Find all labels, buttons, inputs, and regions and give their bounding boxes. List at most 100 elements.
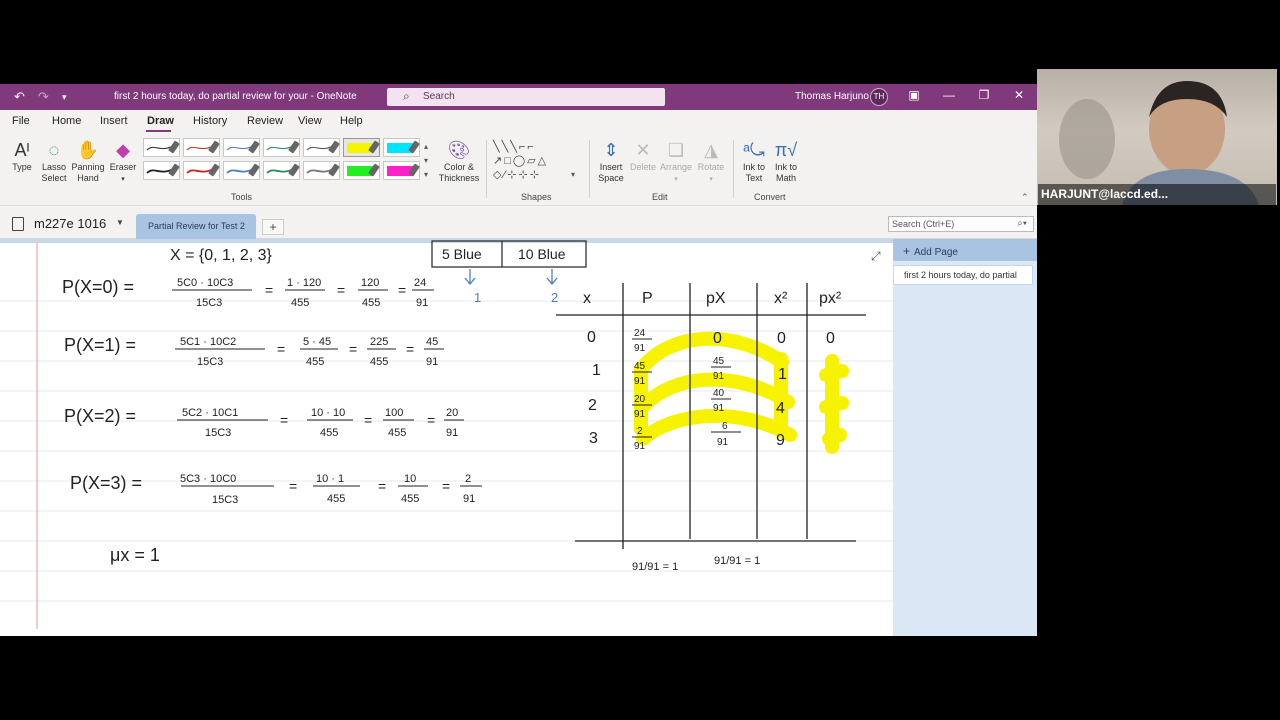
pen-swatch[interactable] xyxy=(223,138,260,157)
notebook-dropdown-icon[interactable]: ▼ xyxy=(116,218,124,227)
edit-group-label: Edit xyxy=(652,192,668,202)
pen-gallery-up-icon[interactable]: ▴ xyxy=(424,142,428,151)
pen-swatch[interactable] xyxy=(383,138,420,157)
ink-to-math-button[interactable]: π√ Ink to Math xyxy=(770,138,802,184)
pen-swatch[interactable] xyxy=(143,161,180,180)
color-thickness-button[interactable]: 🎨︎ Color & Thickness xyxy=(436,138,482,184)
panning-hand-button[interactable]: ✋ Panning Hand xyxy=(70,138,106,184)
notebook-name[interactable]: m227e 1016 xyxy=(34,216,106,231)
shapes-row-2: ↗□◯▱△ xyxy=(493,155,549,167)
eq0-s3d: 91 xyxy=(416,297,428,309)
ink-to-text-button[interactable]: ᵃ⤿ Ink to Text xyxy=(738,138,770,184)
eq3-s1d: 455 xyxy=(327,493,345,505)
hand-icon: ✋ xyxy=(76,140,100,160)
notebook-navigation: m227e 1016 ▼ Partial Review for Test 2 +… xyxy=(0,206,1037,239)
delete-button[interactable]: ✕ Delete xyxy=(628,138,658,173)
customize-quick-access-icon[interactable]: ▾ xyxy=(62,92,67,103)
row0-p-den: 91 xyxy=(634,343,646,354)
pen-swatch[interactable] xyxy=(343,161,380,180)
tab-history[interactable]: History xyxy=(193,115,227,127)
pen-gallery-down-icon[interactable]: ▾ xyxy=(424,156,428,165)
ribbon-separator xyxy=(486,140,487,198)
ink-to-math-icon: π√ xyxy=(774,140,798,160)
eq0-s2d: 455 xyxy=(362,297,380,309)
header-x: x xyxy=(583,290,591,307)
equation-p0: P(X=0) = 5C0 · 10C3 15C3 = 1 · 120 455 =… xyxy=(62,277,434,309)
pen-swatch[interactable] xyxy=(383,161,420,180)
ribbon-display-options-icon[interactable]: ▣ xyxy=(904,88,924,102)
type-cursor-icon: Aᴵ xyxy=(14,140,30,160)
row1-p-num: 45 xyxy=(634,361,646,372)
eq3-s2n: 10 xyxy=(404,473,416,485)
eq2-s1d: 455 xyxy=(320,427,338,439)
eq3-lhs: P(X=3) = xyxy=(70,473,142,493)
tools-group-label: Tools xyxy=(231,192,253,202)
eq2-s2n: 100 xyxy=(385,407,403,419)
box-left-text: 5 Blue xyxy=(442,246,482,262)
tab-insert[interactable]: Insert xyxy=(100,115,128,127)
add-page-button[interactable]: + Add Page xyxy=(893,239,1037,261)
tab-help[interactable]: Help xyxy=(340,115,363,127)
close-icon[interactable]: ✕ xyxy=(1009,88,1029,102)
eq1-s2n: 225 xyxy=(370,336,388,348)
tab-file[interactable]: File xyxy=(12,115,30,127)
tab-review[interactable]: Review xyxy=(247,115,283,127)
user-name[interactable]: Thomas Harjuno xyxy=(795,91,869,102)
user-avatar[interactable]: TH xyxy=(870,88,888,106)
restore-icon[interactable]: ❐ xyxy=(974,88,994,102)
pen-swatch[interactable] xyxy=(263,161,300,180)
lasso-select-button[interactable]: ◌ Lasso Select xyxy=(38,138,70,184)
page-canvas[interactable]: X = {0, 1, 2, 3} 5 Blue 10 Blue 1 2 P(X=… xyxy=(0,239,893,636)
eq3-s3n: 2 xyxy=(465,473,471,485)
pen-gallery-more-icon[interactable]: ▾ xyxy=(424,170,428,179)
rotate-button[interactable]: ◮ Rotate ▾ xyxy=(694,138,728,185)
pen-swatch[interactable] xyxy=(143,138,180,157)
row0-x: 0 xyxy=(587,329,596,346)
pen-swatch[interactable] xyxy=(223,161,260,180)
eraser-button[interactable]: ◆ Eraser ▾ xyxy=(108,138,138,185)
row3-px-den: 91 xyxy=(717,437,729,448)
draw-ribbon: Aᴵ Type ◌ Lasso Select ✋ Panning Hand ◆ … xyxy=(0,134,1037,206)
tab-draw[interactable]: Draw xyxy=(147,115,174,127)
eq0-num: 5C0 · 10C3 xyxy=(177,277,233,289)
undo-icon[interactable]: ↶ xyxy=(14,89,25,105)
page-search-input[interactable]: Search (Ctrl+E) ⌕▾ xyxy=(888,216,1034,232)
plus-icon: + xyxy=(903,244,911,258)
full-page-view-icon[interactable]: ⤢ xyxy=(871,249,881,264)
eq3-s2d: 455 xyxy=(401,493,419,505)
title-bar: ↶ ↷ ▾ first 2 hours today, do partial re… xyxy=(0,84,1037,110)
palette-icon: 🎨︎ xyxy=(447,140,471,160)
insert-space-icon: ⇕ xyxy=(603,140,619,160)
add-section-button[interactable]: + xyxy=(262,219,284,235)
redo-icon[interactable]: ↷ xyxy=(38,89,49,105)
pen-swatch[interactable] xyxy=(183,138,220,157)
color-label-1: Color & xyxy=(443,162,474,172)
pen-swatch[interactable] xyxy=(303,138,340,157)
shapes-group-label: Shapes xyxy=(521,192,552,202)
page-list-item[interactable]: first 2 hours today, do partial xyxy=(893,265,1033,285)
shapes-gallery[interactable]: ╲╲╲⌐⌐ ↗□◯▱△ ◇⁄⊹⊹⊹ xyxy=(493,140,575,186)
pen-swatch[interactable] xyxy=(303,161,340,180)
lasso-label-2: Select xyxy=(41,173,67,183)
type-tool-button[interactable]: Aᴵ Type xyxy=(8,138,36,173)
delete-icon: ✕ xyxy=(635,140,651,160)
ink-to-math-label-2: Math xyxy=(775,173,796,183)
collapse-ribbon-icon[interactable]: ⌃ xyxy=(1021,192,1029,203)
add-page-label: Add Page xyxy=(914,247,958,258)
tab-view[interactable]: View xyxy=(298,115,322,127)
minimize-icon[interactable]: — xyxy=(939,88,959,102)
pen-swatch[interactable] xyxy=(343,138,380,157)
active-tab-indicator xyxy=(146,130,171,132)
section-tab[interactable]: Partial Review for Test 2 xyxy=(136,214,256,239)
tab-home[interactable]: Home xyxy=(52,115,81,127)
search-input[interactable]: ⌕ Search xyxy=(387,88,665,106)
arrange-button[interactable]: ❏ Arrange ▾ xyxy=(658,138,694,185)
shapes-more-icon[interactable]: ▾ xyxy=(571,170,575,179)
header-px2: px² xyxy=(819,290,842,307)
ink-to-text-icon: ᵃ⤿ xyxy=(743,140,765,160)
notebook-icon[interactable] xyxy=(12,217,24,231)
arrange-dropdown-icon: ▾ xyxy=(674,176,678,183)
pen-swatch[interactable] xyxy=(263,138,300,157)
pen-swatch[interactable] xyxy=(183,161,220,180)
insert-space-button[interactable]: ⇕ Insert Space xyxy=(594,138,628,184)
